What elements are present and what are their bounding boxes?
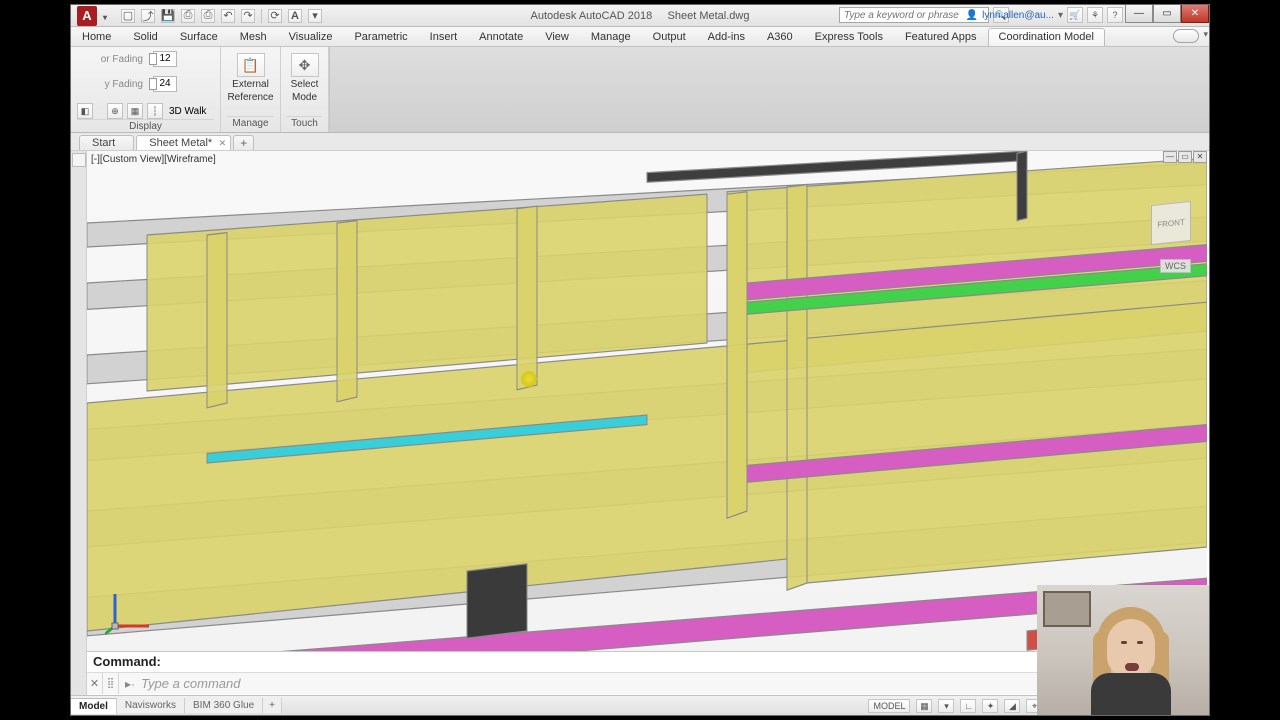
display-tool2-icon[interactable]: ⊕ — [107, 103, 123, 119]
tab-mesh[interactable]: Mesh — [229, 28, 278, 46]
external-reference-button[interactable]: 📋 External Reference — [223, 51, 277, 105]
layout-tabs: Model Navisworks BIM 360 Glue + — [71, 696, 282, 715]
vp-min-icon[interactable]: — — [1163, 151, 1177, 163]
display-tool1-icon[interactable]: ◧ — [77, 103, 93, 119]
display-tool3-icon[interactable]: ▦ — [127, 103, 143, 119]
file-tab-start[interactable]: Start — [79, 135, 134, 150]
ribbon-minimize-toggle[interactable] — [1173, 29, 1199, 43]
qat-separator — [261, 9, 262, 23]
select-mode-button[interactable]: ✥ Select Mode — [287, 51, 323, 105]
tab-parametric[interactable]: Parametric — [343, 28, 418, 46]
tab-view[interactable]: View — [534, 28, 580, 46]
app-menu-button[interactable]: A — [77, 6, 97, 26]
tab-featured-apps[interactable]: Featured Apps — [894, 28, 988, 46]
vp-max-icon[interactable]: ▭ — [1178, 151, 1192, 163]
tab-solid[interactable]: Solid — [122, 28, 168, 46]
layout-tab-add[interactable]: + — [263, 698, 282, 713]
tab-coordination-model[interactable]: Coordination Model — [988, 28, 1105, 46]
qat-print-icon[interactable]: ⎙ — [201, 9, 215, 23]
command-caret-icon: ▸· — [119, 677, 141, 691]
title-file-name: Sheet Metal.dwg — [668, 10, 750, 22]
ucs-icon — [105, 588, 153, 641]
status-grid-icon[interactable]: ▦ — [916, 699, 932, 713]
cursor-highlight — [521, 371, 537, 387]
file-tab-new[interactable]: + — [233, 135, 254, 150]
gutter-icon[interactable] — [72, 153, 86, 167]
side-gutter — [71, 151, 87, 715]
window-controls: — ▭ ✕ — [1125, 5, 1209, 23]
qat-refresh-icon[interactable]: ⟳ — [268, 9, 282, 23]
webcam-overlay — [1037, 585, 1209, 715]
select-mode-icon: ✥ — [291, 53, 319, 77]
file-tab-close-icon[interactable]: ✕ — [219, 138, 227, 149]
share-icon[interactable]: ⚘ — [1087, 7, 1103, 23]
color-fading-label: or Fading — [77, 54, 145, 65]
file-tabs: Start Sheet Metal* ✕ + — [71, 133, 1209, 151]
user-icon: 👤 — [966, 10, 978, 21]
help-icon[interactable]: ? — [1107, 7, 1123, 23]
tab-addins[interactable]: Add-ins — [697, 28, 756, 46]
wcs-badge[interactable]: WCS — [1160, 259, 1191, 273]
tab-insert[interactable]: Insert — [419, 28, 469, 46]
status-model-button[interactable]: MODEL — [868, 699, 910, 713]
viewport-window-controls: — ▭ ✕ — [1163, 151, 1207, 163]
tab-annotate[interactable]: Annotate — [468, 28, 534, 46]
vp-close-icon[interactable]: ✕ — [1193, 151, 1207, 163]
qat-saveall-icon[interactable]: ⎙ — [181, 9, 195, 23]
viewport-label[interactable]: [-][Custom View][Wireframe] — [91, 154, 216, 165]
3d-walk-button[interactable]: 3D Walk — [169, 106, 206, 117]
qat-redo-icon[interactable]: ↷ — [241, 9, 255, 23]
qat-text-icon[interactable]: A — [288, 9, 302, 23]
qat-new-icon[interactable]: ▢ — [121, 9, 135, 23]
command-close-icon[interactable]: ✕ — [87, 673, 103, 694]
layout-tab-navisworks[interactable]: Navisworks — [117, 698, 185, 713]
status-ortho-icon[interactable]: ∟ — [960, 699, 976, 713]
title-app-name: Autodesk AutoCAD 2018 — [531, 10, 653, 22]
layout-tab-bim360[interactable]: BIM 360 Glue — [185, 698, 263, 713]
tab-surface[interactable]: Surface — [169, 28, 229, 46]
tab-express-tools[interactable]: Express Tools — [804, 28, 894, 46]
panel-touch-title: Touch — [287, 116, 322, 132]
ribbon: or Fading 12 y Fading 24 ◧ ⊕ ▦ ┆ 3D Walk — [71, 47, 1209, 133]
panel-touch: ✥ Select Mode Touch — [281, 47, 329, 132]
layout-tab-model[interactable]: Model — [71, 698, 117, 714]
tab-a360[interactable]: A360 — [756, 28, 804, 46]
opacity-fading-label: y Fading — [77, 79, 145, 90]
external-reference-icon: 📋 — [237, 53, 265, 77]
tab-manage[interactable]: Manage — [580, 28, 642, 46]
qat-dropdown-icon[interactable]: ▾ — [308, 9, 322, 23]
close-button[interactable]: ✕ — [1181, 5, 1209, 23]
status-snap-icon[interactable]: ▾ — [938, 699, 954, 713]
quick-access-toolbar: ▢ ⤴ 💾 ⎙ ⎙ ↶ ↷ ⟳ A ▾ — [121, 9, 322, 23]
tab-visualize[interactable]: Visualize — [278, 28, 344, 46]
ribbon-tabs: Home Solid Surface Mesh Visualize Parame… — [71, 27, 1209, 47]
title-bar: A ▢ ⤴ 💾 ⎙ ⎙ ↶ ↷ ⟳ A ▾ Autodesk AutoCAD 2… — [71, 5, 1209, 27]
qat-save-icon[interactable]: 💾 — [161, 9, 175, 23]
tab-home[interactable]: Home — [71, 28, 122, 46]
status-iso-icon[interactable]: ◢ — [1004, 699, 1020, 713]
exchange-icon[interactable]: 🛒 — [1067, 7, 1083, 23]
ribbon-empty — [329, 47, 1209, 132]
file-tab-active[interactable]: Sheet Metal* ✕ — [136, 135, 231, 150]
status-polar-icon[interactable]: ✦ — [982, 699, 998, 713]
qat-open-icon[interactable]: ⤴ — [141, 9, 155, 23]
panel-display: or Fading 12 y Fading 24 ◧ ⊕ ▦ ┆ 3D Walk — [71, 47, 221, 132]
minimize-button[interactable]: — — [1125, 5, 1153, 23]
file-tab-active-label: Sheet Metal* — [149, 137, 212, 149]
panel-manage-title: Manage — [227, 116, 274, 132]
viewport-controls[interactable]: [-][Custom View][Wireframe] — [91, 151, 216, 167]
panel-display-title: Display — [77, 119, 214, 134]
user-label: lynn.allen@au... — [982, 10, 1054, 21]
command-handle-icon[interactable]: ⣿ — [103, 673, 119, 694]
user-area[interactable]: 👤 lynn.allen@au... ▾ 🛒 ⚘ ? — [966, 7, 1123, 23]
qat-undo-icon[interactable]: ↶ — [221, 9, 235, 23]
tab-output[interactable]: Output — [642, 28, 697, 46]
viewcube[interactable]: FRONT — [1151, 201, 1191, 245]
panel-manage: 📋 External Reference Manage — [221, 47, 281, 132]
maximize-button[interactable]: ▭ — [1153, 5, 1181, 23]
display-tool4-icon[interactable]: ┆ — [147, 103, 163, 119]
